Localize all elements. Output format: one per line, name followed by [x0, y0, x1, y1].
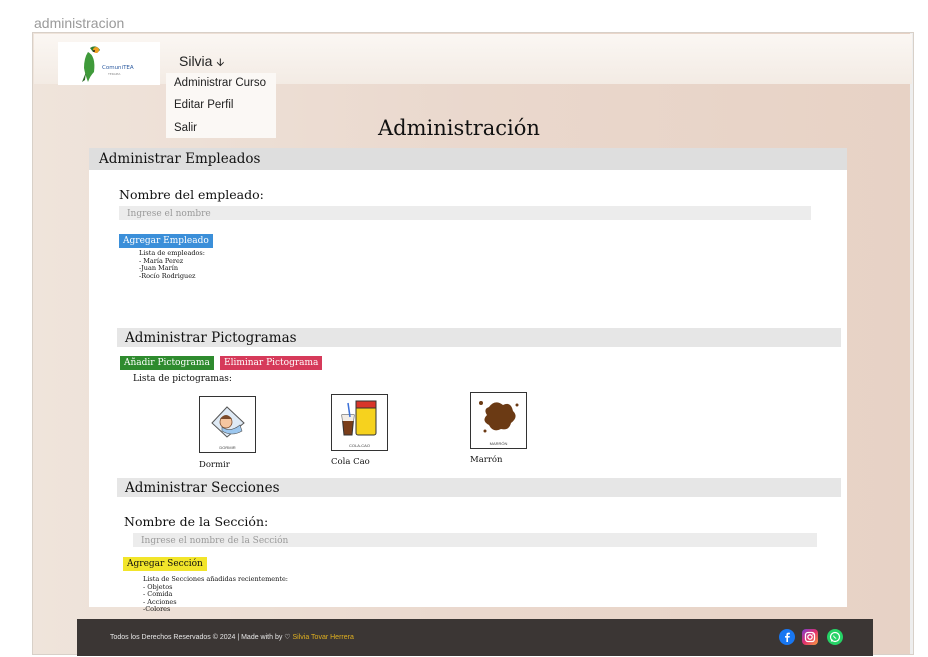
menu-item-salir[interactable]: Salir — [174, 122, 197, 134]
section-list: Lista de Secciones añadidas recientement… — [143, 575, 288, 614]
facebook-icon[interactable] — [779, 629, 795, 645]
pictogram-caption: MARRÓN — [489, 441, 508, 446]
scrollbar[interactable] — [910, 33, 913, 654]
sections-section-title: Administrar Secciones — [125, 480, 280, 496]
brown-splash-icon — [479, 401, 519, 433]
chevron-down-icon: 🡫 — [216, 57, 225, 69]
footer-copyright: Todos los Derechos Reservados © 2024 | M… — [110, 634, 293, 641]
employee-list: Lista de empleados: - María Perez -Juan … — [139, 249, 205, 280]
cola-cao-icon — [341, 400, 377, 436]
window-title: administracion — [34, 15, 125, 31]
pictogram-caption: DORMIR — [219, 445, 236, 450]
sleeping-child-icon — [211, 406, 245, 438]
pictogram-marron[interactable]: MARRÓN — [470, 392, 527, 449]
footer: Todos los Derechos Reservados © 2024 | M… — [77, 619, 873, 656]
pictogram-label: Cola Cao — [331, 457, 370, 467]
section-name-input[interactable]: Ingrese el nombre de la Sección — [133, 533, 817, 547]
section-name-label: Nombre de la Sección: — [124, 514, 269, 529]
pictogram-list-title: Lista de pictogramas: — [133, 374, 232, 384]
main-content: Administrar Empleados Nombre del emplead… — [89, 148, 847, 613]
employees-section-header: Administrar Empleados — [89, 148, 847, 170]
footer-author-link[interactable]: Silvia Tovar Herrera — [293, 634, 354, 641]
pictogram-caption: COLA-CAO — [349, 443, 370, 448]
pictograms-section-header: Administrar Pictogramas — [117, 328, 841, 347]
user-menu-toggle[interactable]: Silvia 🡫 — [179, 53, 224, 73]
menu-item-editar-perfil[interactable]: Editar Perfil — [174, 99, 233, 111]
employee-name-label: Nombre del empleado: — [119, 187, 264, 202]
footer-text: Todos los Derechos Reservados © 2024 | M… — [110, 633, 354, 641]
user-dropdown-menu: Administrar Curso Editar Perfil Salir — [166, 73, 276, 138]
logo-text: ComuniTEA — [102, 65, 134, 71]
logo[interactable]: ComuniTEA TERAPIA — [58, 42, 160, 85]
sections-section-header: Administrar Secciones — [117, 478, 841, 497]
delete-pictogram-button[interactable]: Eliminar Pictograma — [220, 356, 323, 370]
add-pictogram-button[interactable]: Añadir Pictograma — [120, 356, 214, 370]
list-item: -Colores — [143, 605, 171, 614]
whatsapp-icon[interactable] — [827, 629, 843, 645]
parrot-logo-icon: ComuniTEA TERAPIA — [82, 46, 136, 82]
pictogram-label: Dormir — [199, 460, 230, 470]
svg-text:TERAPIA: TERAPIA — [107, 72, 121, 76]
pictogram-cola-cao[interactable]: COLA-CAO — [331, 394, 388, 451]
pictograms-section-title: Administrar Pictogramas — [125, 330, 297, 346]
pictogram-dormir[interactable]: DORMIR — [199, 396, 256, 453]
page-title: Administración — [378, 116, 540, 140]
pictogram-label: Marrón — [470, 455, 503, 465]
add-employee-button[interactable]: Agregar Empleado — [119, 234, 213, 248]
instagram-icon[interactable] — [802, 629, 818, 645]
menu-item-administrar-curso[interactable]: Administrar Curso — [174, 77, 266, 89]
employee-name-input[interactable]: Ingrese el nombre — [119, 206, 811, 220]
list-item: -Rocío Rodriguez — [139, 271, 196, 280]
add-section-button[interactable]: Agregar Sección — [123, 557, 207, 571]
browser-frame: ComuniTEA TERAPIA Silvia 🡫 Administrar C… — [32, 32, 914, 656]
user-name: Silvia — [179, 53, 213, 69]
employees-section-title: Administrar Empleados — [99, 151, 261, 167]
